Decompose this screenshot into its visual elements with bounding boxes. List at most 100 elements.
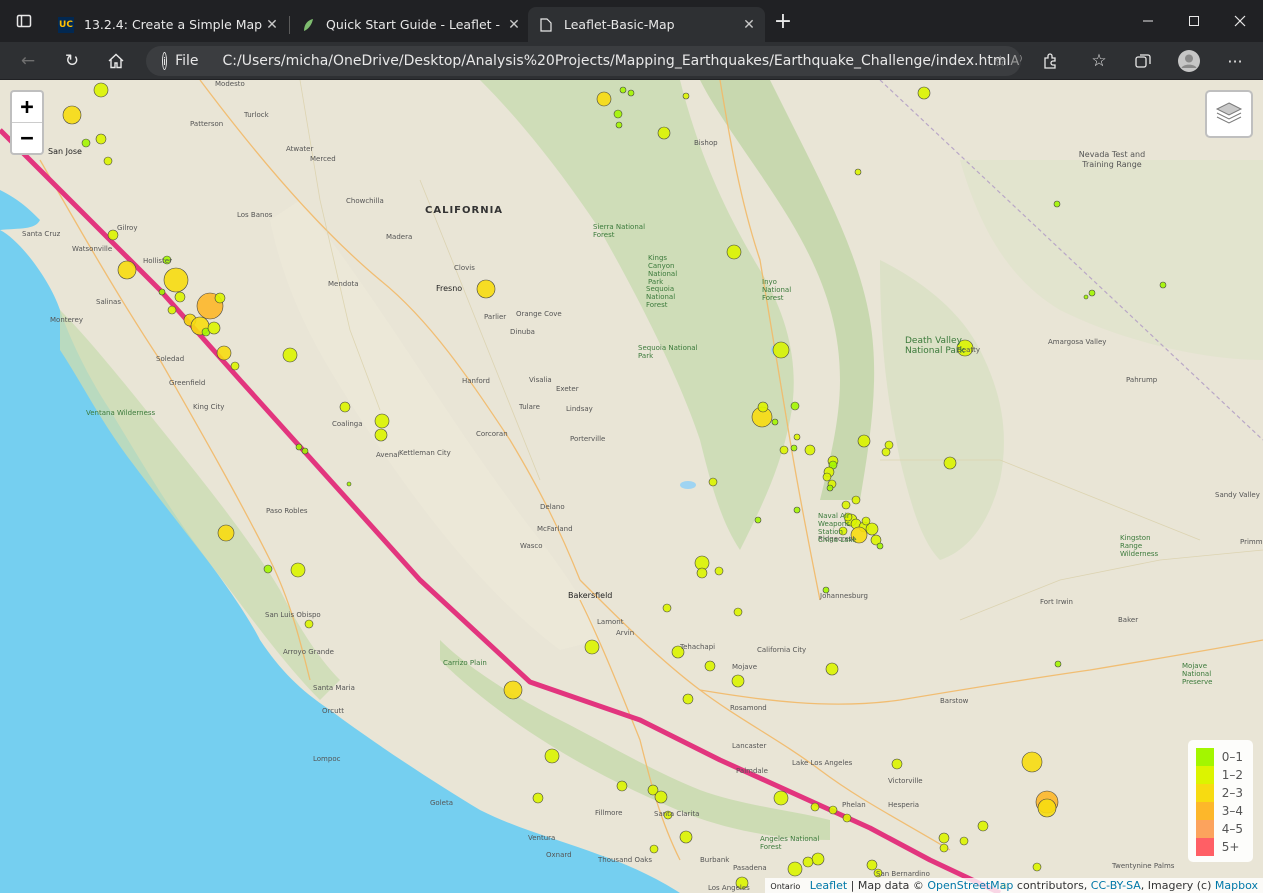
earthquake-marker[interactable] bbox=[714, 566, 724, 576]
earthquake-marker[interactable] bbox=[1037, 798, 1057, 818]
earthquake-marker[interactable] bbox=[1054, 660, 1062, 668]
read-aloud-icon[interactable]: A⁾ bbox=[1010, 54, 1022, 69]
extensions-icon[interactable] bbox=[1036, 48, 1064, 74]
earthquake-marker[interactable] bbox=[811, 852, 825, 866]
earthquake-marker[interactable] bbox=[117, 260, 137, 280]
favorites-icon[interactable]: ☆ bbox=[1085, 48, 1113, 74]
earthquake-marker[interactable] bbox=[374, 413, 390, 429]
earthquake-marker[interactable] bbox=[891, 758, 903, 770]
earthquake-marker[interactable] bbox=[304, 619, 314, 629]
minimize-icon[interactable] bbox=[1125, 0, 1171, 42]
earthquake-marker[interactable] bbox=[939, 843, 949, 853]
earthquake-marker[interactable] bbox=[841, 500, 851, 510]
profile-avatar-icon[interactable] bbox=[1175, 48, 1203, 74]
earthquake-marker[interactable] bbox=[596, 91, 612, 107]
earthquake-marker[interactable] bbox=[773, 790, 789, 806]
earthquake-marker[interactable] bbox=[857, 434, 871, 448]
earthquake-marker[interactable] bbox=[779, 445, 789, 455]
earthquake-marker[interactable] bbox=[790, 401, 800, 411]
earthquake-marker[interactable] bbox=[103, 156, 113, 166]
earthquake-marker[interactable] bbox=[282, 347, 298, 363]
earthquake-marker[interactable] bbox=[95, 133, 107, 145]
earthquake-marker[interactable] bbox=[1053, 200, 1061, 208]
earthquake-marker[interactable] bbox=[754, 516, 762, 524]
earthquake-marker[interactable] bbox=[616, 780, 628, 792]
earthquake-marker[interactable] bbox=[959, 836, 969, 846]
earthquake-marker[interactable] bbox=[158, 288, 166, 296]
earthquake-marker[interactable] bbox=[771, 418, 779, 426]
earthquake-marker[interactable] bbox=[301, 447, 309, 455]
earthquake-marker[interactable] bbox=[1159, 281, 1167, 289]
earthquake-marker[interactable] bbox=[726, 244, 742, 260]
tab-uc-davis[interactable]: UC 13.2.4: Create a Simple Map: Boo ✕ bbox=[48, 7, 288, 42]
earthquake-marker[interactable] bbox=[851, 495, 861, 505]
earthquake-marker[interactable] bbox=[790, 444, 798, 452]
earthquake-marker[interactable] bbox=[167, 305, 177, 315]
earthquake-marker[interactable] bbox=[532, 792, 544, 804]
earthquake-marker[interactable] bbox=[772, 341, 790, 359]
maximize-icon[interactable] bbox=[1171, 0, 1217, 42]
earthquake-marker[interactable] bbox=[802, 856, 814, 868]
url-text[interactable]: C:/Users/micha/OneDrive/Desktop/Analysis… bbox=[223, 53, 1011, 69]
attrib-cc-link[interactable]: CC-BY-SA bbox=[1091, 879, 1141, 892]
earthquake-marker[interactable] bbox=[826, 484, 834, 492]
earthquake-marker[interactable] bbox=[861, 516, 871, 526]
earthquake-marker[interactable] bbox=[1021, 751, 1043, 773]
earthquake-marker[interactable] bbox=[731, 674, 745, 688]
close-tab-icon[interactable]: ✕ bbox=[504, 17, 524, 33]
attrib-osm-link[interactable]: OpenStreetMap bbox=[927, 879, 1013, 892]
earthquake-marker[interactable] bbox=[977, 820, 989, 832]
address-bar[interactable]: i File C:/Users/micha/OneDrive/Desktop/A… bbox=[146, 46, 1022, 76]
earthquake-marker[interactable] bbox=[662, 603, 672, 613]
earthquake-marker[interactable] bbox=[295, 443, 303, 451]
close-tab-icon[interactable]: ✕ bbox=[262, 17, 282, 33]
earthquake-marker[interactable] bbox=[163, 267, 189, 293]
earthquake-marker[interactable] bbox=[793, 433, 801, 441]
earthquake-marker[interactable] bbox=[81, 138, 91, 148]
earthquake-marker[interactable] bbox=[866, 859, 878, 871]
earthquake-marker[interactable] bbox=[876, 542, 884, 550]
earthquake-marker[interactable] bbox=[825, 662, 839, 676]
earthquake-marker[interactable] bbox=[917, 86, 931, 100]
earthquake-marker[interactable] bbox=[476, 279, 496, 299]
earthquake-marker[interactable] bbox=[346, 481, 352, 487]
earthquake-marker[interactable] bbox=[822, 472, 832, 482]
home-icon[interactable] bbox=[102, 48, 130, 74]
earthquake-marker[interactable] bbox=[757, 401, 769, 413]
earthquake-marker[interactable] bbox=[619, 86, 627, 94]
zoom-out-button[interactable]: − bbox=[12, 123, 42, 153]
earthquake-marker[interactable] bbox=[793, 506, 801, 514]
earthquake-marker[interactable] bbox=[503, 680, 523, 700]
earthquake-marker[interactable] bbox=[374, 428, 388, 442]
tab-leaflet-guide[interactable]: Quick Start Guide - Leaflet - a Jav ✕ bbox=[290, 7, 530, 42]
zoom-in-button[interactable]: + bbox=[12, 92, 42, 123]
earthquake-marker[interactable] bbox=[214, 292, 226, 304]
earthquake-marker[interactable] bbox=[1083, 294, 1089, 300]
back-icon[interactable]: ← bbox=[14, 48, 42, 74]
earthquake-marker[interactable] bbox=[881, 447, 891, 457]
new-tab-icon[interactable]: + bbox=[766, 0, 800, 42]
attrib-leaflet-link[interactable]: Leaflet bbox=[810, 879, 847, 892]
info-icon[interactable]: i bbox=[162, 52, 168, 70]
earthquake-marker[interactable] bbox=[938, 832, 950, 844]
collections-icon[interactable] bbox=[1129, 48, 1157, 74]
earthquake-marker[interactable] bbox=[854, 168, 862, 176]
attrib-mapbox-link[interactable]: Mapbox bbox=[1215, 879, 1258, 892]
earthquake-marker[interactable] bbox=[708, 477, 718, 487]
close-tab-icon[interactable]: ✕ bbox=[739, 17, 759, 33]
earthquake-marker[interactable] bbox=[615, 121, 623, 129]
close-window-icon[interactable] bbox=[1217, 0, 1263, 42]
earthquake-marker[interactable] bbox=[787, 861, 803, 877]
earthquake-marker[interactable] bbox=[1088, 289, 1096, 297]
layers-control-button[interactable] bbox=[1205, 90, 1253, 138]
earthquake-marker[interactable] bbox=[584, 639, 600, 655]
earthquake-marker[interactable] bbox=[682, 693, 694, 705]
earthquake-marker[interactable] bbox=[657, 126, 671, 140]
earthquake-marker[interactable] bbox=[93, 82, 109, 98]
earthquake-marker[interactable] bbox=[1032, 862, 1042, 872]
earthquake-marker[interactable] bbox=[627, 89, 635, 97]
earthquake-marker[interactable] bbox=[339, 401, 351, 413]
earthquake-marker[interactable] bbox=[207, 321, 221, 335]
earthquake-marker[interactable] bbox=[216, 345, 232, 361]
earthquake-marker[interactable] bbox=[682, 92, 690, 100]
